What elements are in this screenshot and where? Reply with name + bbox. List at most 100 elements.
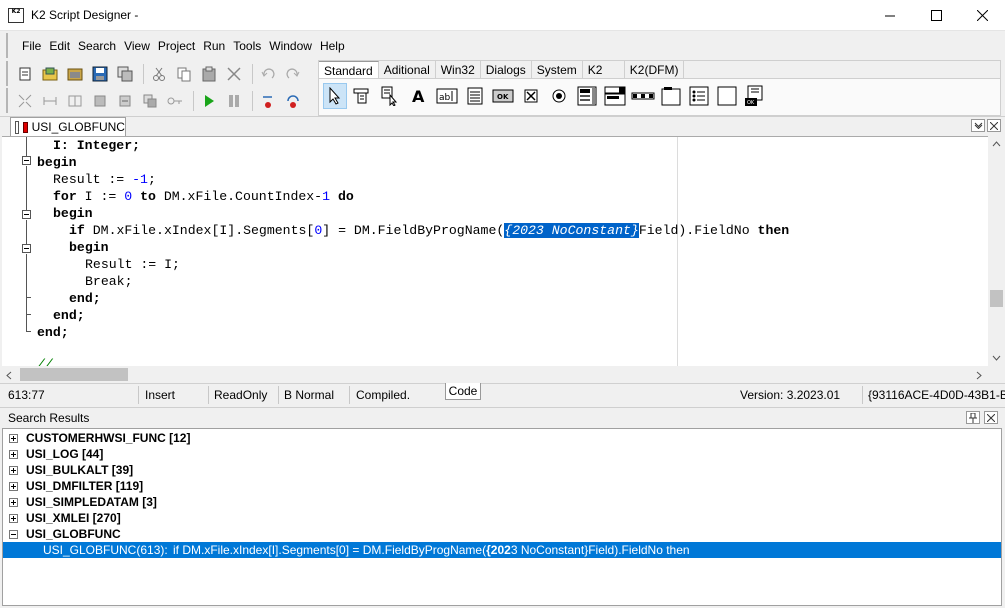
result-group[interactable]: CUSTOMERHWSI_FUNC [12] xyxy=(3,430,1001,446)
menu-edit[interactable]: Edit xyxy=(45,34,74,58)
code-line: // xyxy=(37,357,53,366)
result-group[interactable]: USI_LOG [44] xyxy=(3,446,1001,462)
collapse-icon[interactable] xyxy=(9,529,18,539)
minimize-button[interactable] xyxy=(867,0,913,31)
editor-vertical-scrollbar[interactable] xyxy=(988,136,1005,366)
button-icon[interactable]: OK xyxy=(491,83,515,109)
delete-icon[interactable] xyxy=(223,63,245,85)
open-file-icon[interactable] xyxy=(64,63,86,85)
component-icon[interactable] xyxy=(89,90,111,112)
run-icon[interactable] xyxy=(198,90,220,112)
menu-search[interactable]: Search xyxy=(74,34,120,58)
scroll-corner xyxy=(988,366,1005,383)
code-line: Result := I; xyxy=(85,257,180,272)
pause-icon[interactable] xyxy=(223,90,245,112)
menu-window[interactable]: Window xyxy=(265,34,316,58)
editor-tab-usi-globfunc[interactable]: USI_GLOBFUNC xyxy=(10,117,126,136)
action-list-icon[interactable]: OK xyxy=(743,83,767,109)
pointer-arrow-icon[interactable] xyxy=(323,83,347,109)
listbox-icon[interactable] xyxy=(575,83,599,109)
tab-system[interactable]: System xyxy=(532,61,583,78)
right-margin-line xyxy=(677,137,678,366)
bring-front-icon[interactable] xyxy=(139,90,161,112)
grid-icon[interactable] xyxy=(64,90,86,112)
paste-icon[interactable] xyxy=(198,63,220,85)
edit-icon[interactable]: ab xyxy=(435,83,459,109)
code-tab[interactable]: Code xyxy=(445,383,481,400)
cut-icon[interactable] xyxy=(148,63,170,85)
undo-icon[interactable] xyxy=(257,63,279,85)
result-group[interactable]: USI_BULKALT [39] xyxy=(3,462,1001,478)
menu-run[interactable]: Run xyxy=(199,34,229,58)
result-group-label: USI_BULKALT [39] xyxy=(26,463,134,477)
tab-list-chevron-icon[interactable] xyxy=(971,119,985,132)
groupbox-icon[interactable] xyxy=(659,83,683,109)
size-icon[interactable] xyxy=(39,90,61,112)
main-menu-icon[interactable] xyxy=(351,83,375,109)
toolbar-run xyxy=(6,88,307,113)
code-editor[interactable]: I: Integer; begin Result := -1; for I :=… xyxy=(2,136,988,366)
close-button[interactable] xyxy=(959,0,1005,31)
tab-aditional[interactable]: Aditional xyxy=(379,61,436,78)
expand-icon[interactable] xyxy=(9,497,18,507)
tab-k2-dfm[interactable]: K2(DFM) xyxy=(625,61,685,78)
menu-project[interactable]: Project xyxy=(154,34,199,58)
expand-icon[interactable] xyxy=(9,433,18,443)
copy-icon[interactable] xyxy=(173,63,195,85)
tab-dialogs[interactable]: Dialogs xyxy=(481,61,532,78)
toolbar-file xyxy=(6,61,307,86)
redo-icon[interactable] xyxy=(282,63,304,85)
result-group-label: USI_SIMPLEDATAM [3] xyxy=(26,495,157,509)
radiogroup-icon[interactable] xyxy=(687,83,711,109)
expand-icon[interactable] xyxy=(9,513,18,523)
result-group[interactable]: USI_DMFILTER [119] xyxy=(3,478,1001,494)
step-over-icon[interactable] xyxy=(282,90,304,112)
result-group-label: USI_XMLEI [270] xyxy=(26,511,121,525)
expand-icon[interactable] xyxy=(9,465,18,475)
combobox-icon[interactable] xyxy=(603,83,627,109)
code-line: begin xyxy=(53,206,93,221)
popup-menu-icon[interactable] xyxy=(379,83,403,109)
scrollbar-icon[interactable] xyxy=(631,83,655,109)
scroll-thumb[interactable] xyxy=(990,290,1003,307)
radiobutton-icon[interactable] xyxy=(547,83,571,109)
scroll-down-icon xyxy=(992,355,1001,361)
align-icon[interactable] xyxy=(14,90,36,112)
result-group[interactable]: USI_GLOBFUNC xyxy=(3,526,1001,542)
expand-icon[interactable] xyxy=(9,481,18,491)
editor-horizontal-scrollbar[interactable] xyxy=(2,366,988,383)
tab-win32[interactable]: Win32 xyxy=(436,61,481,78)
menu-tools[interactable]: Tools xyxy=(229,34,265,58)
tab-standard[interactable]: Standard xyxy=(319,61,379,78)
tab-order-icon[interactable] xyxy=(114,90,136,112)
tab-k2[interactable]: K2 xyxy=(583,61,625,78)
close-tab-icon[interactable] xyxy=(987,119,1001,132)
open-project-icon[interactable] xyxy=(39,63,61,85)
menu-view[interactable]: View xyxy=(120,34,154,58)
expand-icon[interactable] xyxy=(9,449,18,459)
close-panel-icon[interactable] xyxy=(984,411,998,424)
fold-toggle-icon[interactable] xyxy=(22,244,31,253)
status-divider xyxy=(278,386,279,404)
maximize-button[interactable] xyxy=(913,0,959,31)
memo-icon[interactable] xyxy=(463,83,487,109)
save-icon[interactable] xyxy=(89,63,111,85)
save-all-icon[interactable] xyxy=(114,63,136,85)
step-into-icon[interactable] xyxy=(257,90,279,112)
result-group[interactable]: USI_XMLEI [270] xyxy=(3,510,1001,526)
result-group[interactable]: USI_SIMPLEDATAM [3] xyxy=(3,494,1001,510)
fold-end-mark xyxy=(26,314,31,315)
checkbox-icon[interactable] xyxy=(519,83,543,109)
scroll-right-icon xyxy=(976,371,982,380)
new-file-icon[interactable] xyxy=(14,63,36,85)
fold-toggle-icon[interactable] xyxy=(22,156,31,165)
panel-icon[interactable] xyxy=(715,83,739,109)
scroll-thumb[interactable] xyxy=(20,368,128,381)
result-match-row[interactable]: USI_GLOBFUNC(613): if DM.xFile.xIndex[I]… xyxy=(3,542,1001,558)
menu-file[interactable]: File xyxy=(18,34,45,58)
menu-help[interactable]: Help xyxy=(316,34,349,58)
label-icon[interactable]: A xyxy=(407,83,431,109)
key-icon[interactable] xyxy=(164,90,186,112)
pin-icon[interactable] xyxy=(966,411,980,424)
fold-toggle-icon[interactable] xyxy=(22,210,31,219)
